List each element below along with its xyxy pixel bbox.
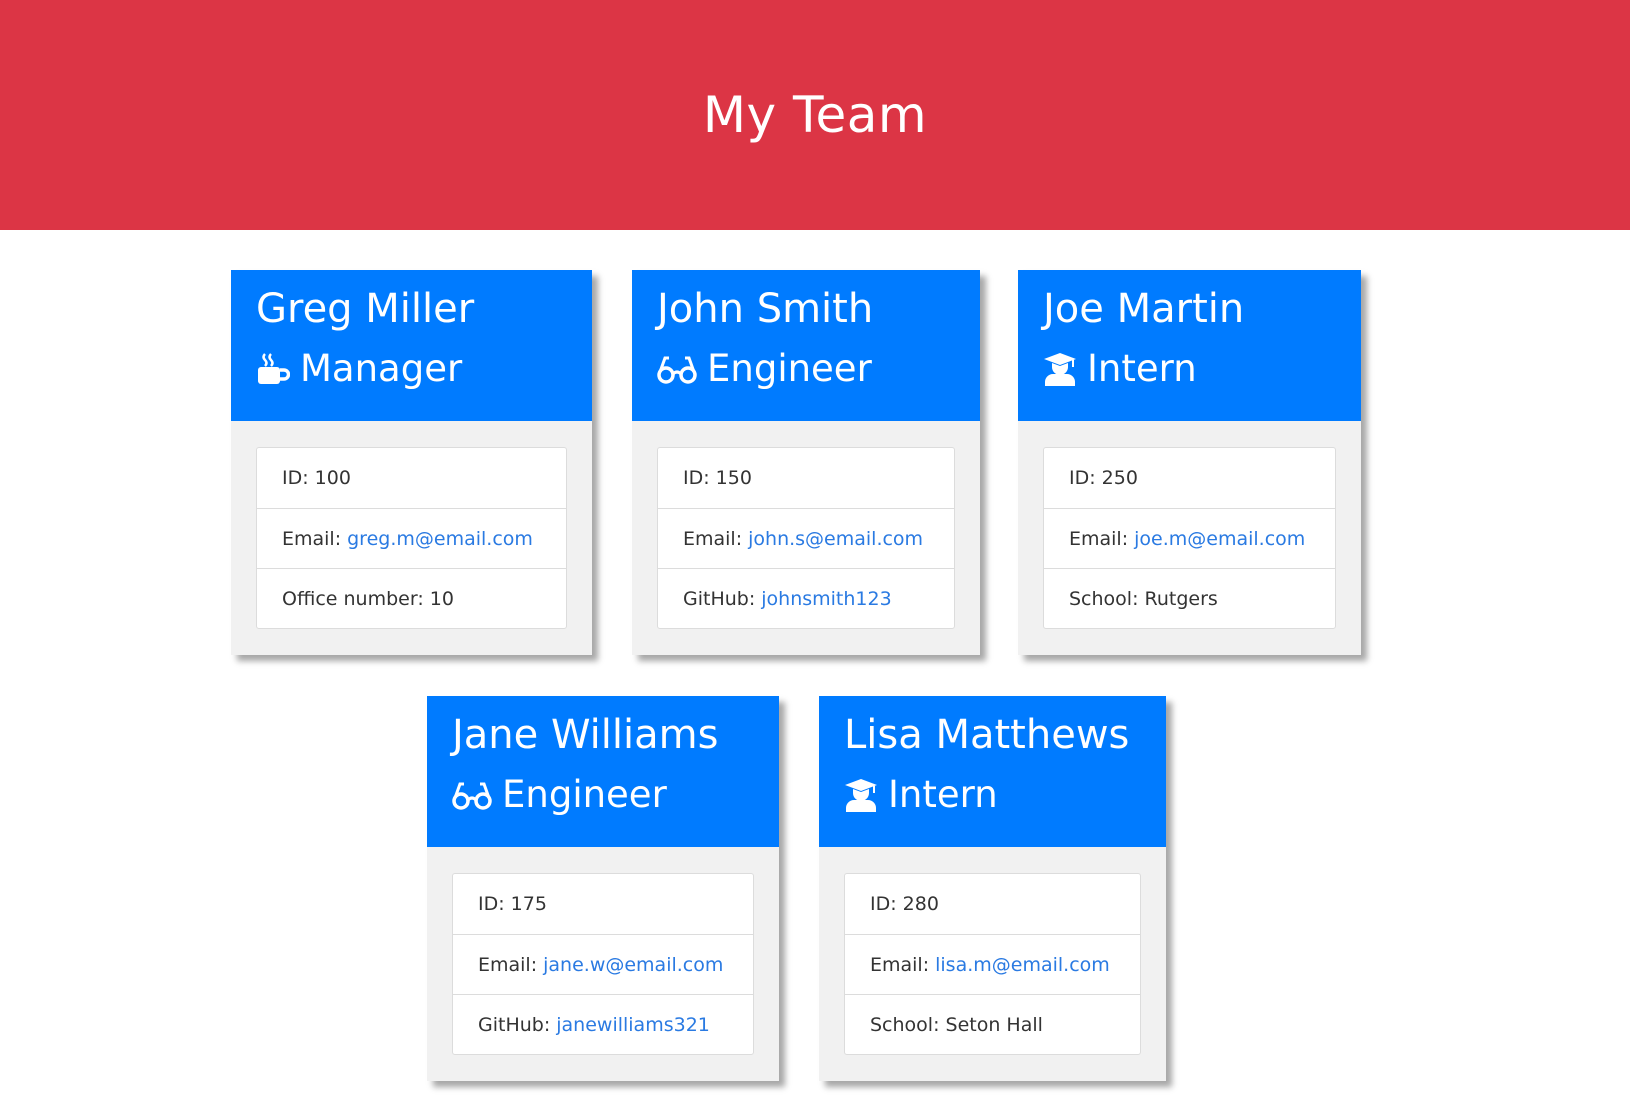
- card-body: ID: 250 Email: joe.m@email.com School: R…: [1018, 421, 1361, 655]
- employee-name: Greg Miller: [256, 286, 475, 332]
- role-label: Intern: [888, 773, 998, 816]
- info-list: ID: 175 Email: jane.w@email.com GitHub: …: [452, 873, 754, 1055]
- glasses-icon: [452, 782, 492, 810]
- email-link[interactable]: jane.w@email.com: [543, 954, 723, 976]
- github-item: GitHub: janewilliams321: [453, 994, 753, 1054]
- id-item: ID: 150: [658, 448, 954, 508]
- role-label: Manager: [300, 347, 463, 390]
- github-label: GitHub:: [478, 1013, 551, 1036]
- id-text: ID: 100: [282, 467, 351, 489]
- email-link[interactable]: greg.m@email.com: [347, 528, 533, 550]
- id-text: ID: 250: [1069, 467, 1138, 489]
- id-text: ID: 280: [870, 893, 939, 915]
- info-list: ID: 280 Email: lisa.m@email.com School: …: [844, 873, 1141, 1055]
- email-link[interactable]: joe.m@email.com: [1134, 528, 1305, 550]
- github-link[interactable]: johnsmith123: [761, 588, 891, 610]
- employee-card: Greg Miller Manager ID: 100 Email: greg.…: [231, 270, 592, 655]
- github-label: GitHub:: [683, 587, 756, 610]
- employee-role: Manager: [256, 346, 592, 392]
- employee-role: Engineer: [657, 346, 980, 392]
- email-link[interactable]: lisa.m@email.com: [935, 954, 1110, 976]
- email-label: Email:: [870, 953, 930, 976]
- card-body: ID: 100 Email: greg.m@email.com Office n…: [231, 421, 592, 655]
- school-text: School: Rutgers: [1069, 587, 1218, 610]
- employee-card: Jane Williams Engineer ID: 175 Email: ja…: [427, 696, 779, 1081]
- card-header: Jane Williams Engineer: [427, 696, 779, 847]
- email-label: Email:: [282, 527, 342, 550]
- email-item: Email: joe.m@email.com: [1044, 508, 1335, 568]
- id-text: ID: 175: [478, 893, 547, 915]
- graduate-icon: [1044, 353, 1076, 386]
- email-label: Email:: [683, 527, 743, 550]
- info-list: ID: 100 Email: greg.m@email.com Office n…: [256, 447, 567, 629]
- graduate-icon: [845, 779, 877, 812]
- card-header: Lisa Matthews Intern: [819, 696, 1166, 847]
- school-item: School: Rutgers: [1044, 568, 1335, 628]
- employee-role: Intern: [1043, 346, 1361, 392]
- email-link[interactable]: john.s@email.com: [748, 528, 923, 550]
- card-body: ID: 175 Email: jane.w@email.com GitHub: …: [427, 847, 779, 1081]
- email-label: Email:: [478, 953, 538, 976]
- id-item: ID: 280: [845, 874, 1140, 934]
- school-text: School: Seton Hall: [870, 1013, 1043, 1036]
- employee-name: John Smith: [657, 286, 874, 332]
- id-item: ID: 250: [1044, 448, 1335, 508]
- employee-name: Joe Martin: [1043, 286, 1245, 332]
- id-item: ID: 100: [257, 448, 566, 508]
- info-list: ID: 250 Email: joe.m@email.com School: R…: [1043, 447, 1336, 629]
- employee-card: John Smith Engineer ID: 150 Email: john.…: [632, 270, 980, 655]
- id-text: ID: 150: [683, 467, 752, 489]
- role-label: Engineer: [502, 773, 667, 816]
- employee-role: Engineer: [452, 772, 779, 818]
- card-body: ID: 280 Email: lisa.m@email.com School: …: [819, 847, 1166, 1081]
- email-item: Email: lisa.m@email.com: [845, 934, 1140, 994]
- school-item: School: Seton Hall: [845, 994, 1140, 1054]
- page-title: My Team: [702, 86, 928, 144]
- employee-name: Jane Williams: [452, 712, 719, 758]
- id-item: ID: 175: [453, 874, 753, 934]
- role-label: Engineer: [707, 347, 872, 390]
- employee-card: Lisa Matthews Intern ID: 280 Email: lisa…: [819, 696, 1166, 1081]
- office-number-item: Office number: 10: [257, 568, 566, 628]
- email-item: Email: john.s@email.com: [658, 508, 954, 568]
- email-item: Email: jane.w@email.com: [453, 934, 753, 994]
- glasses-icon: [657, 356, 697, 384]
- role-label: Intern: [1087, 347, 1197, 390]
- employee-name: Lisa Matthews: [844, 712, 1130, 758]
- employee-role: Intern: [844, 772, 1166, 818]
- office-number-text: Office number: 10: [282, 587, 454, 610]
- github-link[interactable]: janewilliams321: [556, 1014, 710, 1036]
- email-label: Email:: [1069, 527, 1129, 550]
- card-header: Joe Martin Intern: [1018, 270, 1361, 421]
- card-header: John Smith Engineer: [632, 270, 980, 421]
- email-item: Email: greg.m@email.com: [257, 508, 566, 568]
- employee-card: Joe Martin Intern ID: 250 Email: joe.m@e…: [1018, 270, 1361, 655]
- page-header: My Team: [0, 0, 1630, 230]
- info-list: ID: 150 Email: john.s@email.com GitHub: …: [657, 447, 955, 629]
- github-item: GitHub: johnsmith123: [658, 568, 954, 628]
- card-body: ID: 150 Email: john.s@email.com GitHub: …: [632, 421, 980, 655]
- coffee-mug-icon: [258, 353, 290, 384]
- card-header: Greg Miller Manager: [231, 270, 592, 421]
